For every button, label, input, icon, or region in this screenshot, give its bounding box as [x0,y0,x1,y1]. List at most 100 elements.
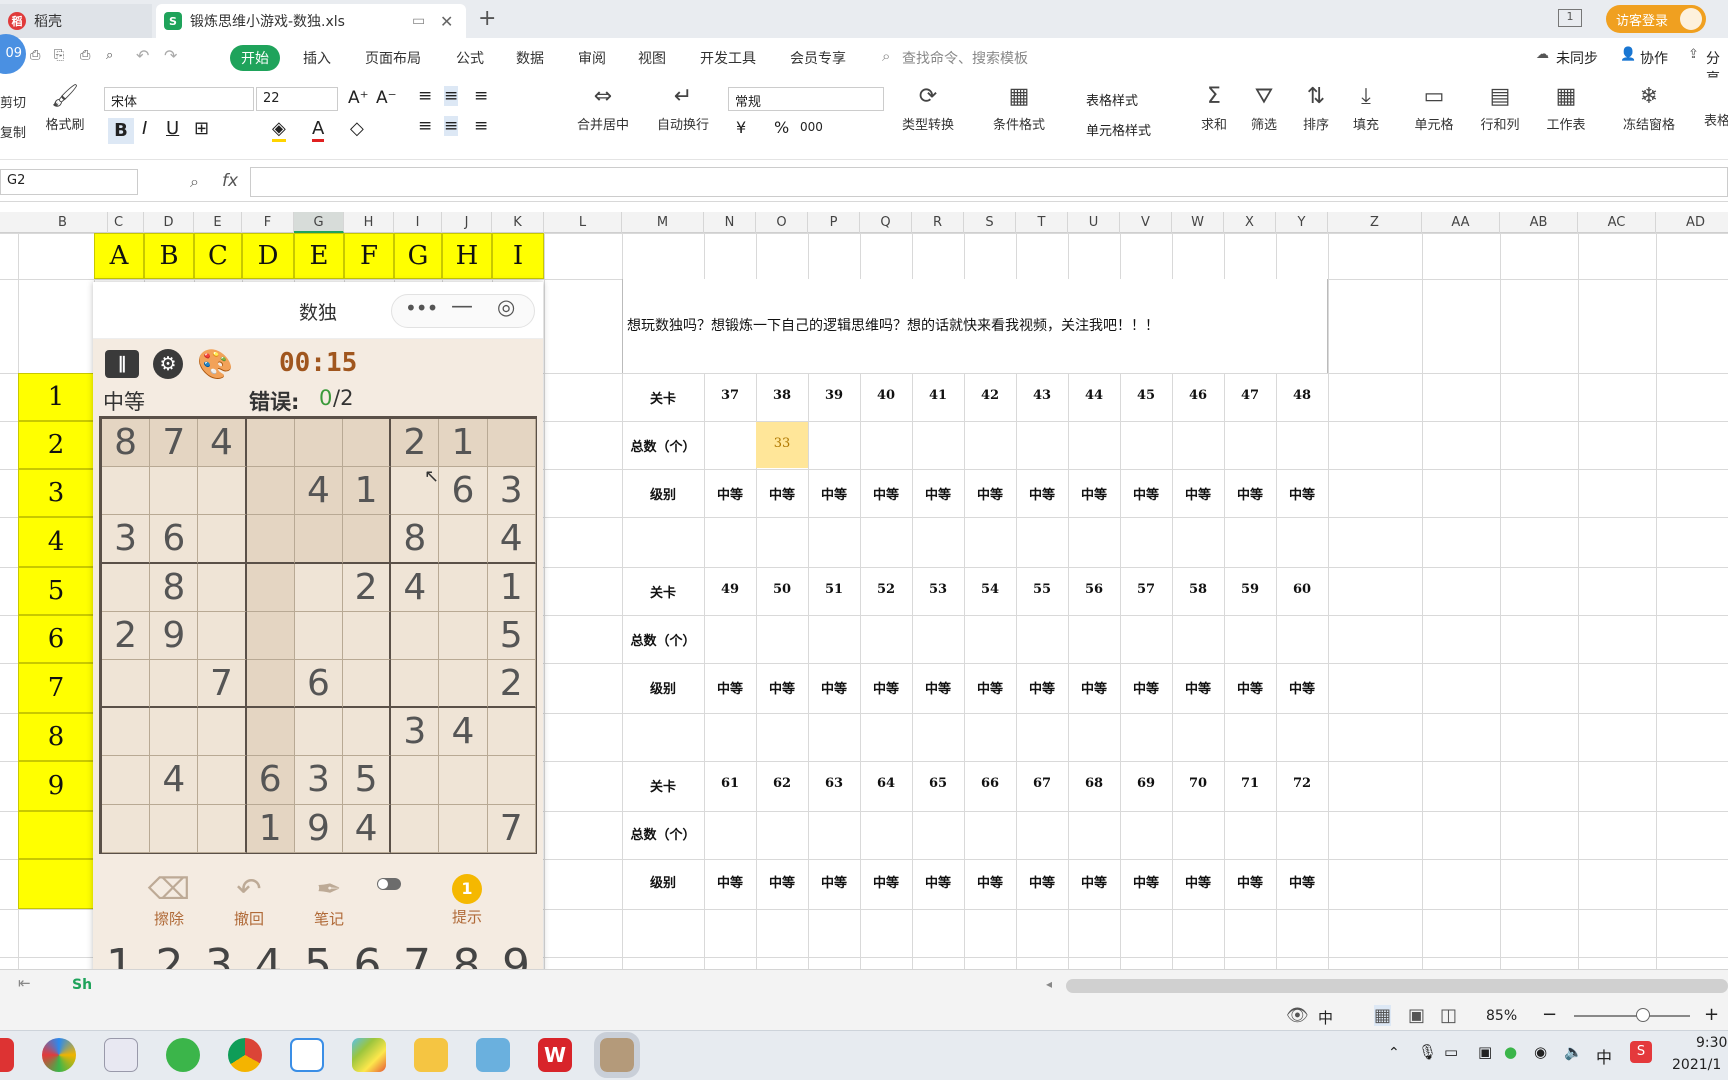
baidu-netdisk-icon[interactable] [290,1038,324,1072]
column-header-w[interactable]: W [1172,212,1224,233]
new-tab-icon[interactable]: + [478,6,496,31]
cell-style-button[interactable]: 单元格样式 [1086,120,1151,139]
zoom-level[interactable]: 85% [1486,1008,1517,1024]
more-icon[interactable]: ••• [405,296,438,320]
level-number[interactable]: 63 [808,776,860,791]
zoom-out-icon[interactable]: − [1542,1004,1557,1025]
wps-icon[interactable]: W [538,1038,572,1072]
header-letter-cell[interactable]: C [194,233,242,279]
sudoku-cell[interactable] [294,708,343,757]
sudoku-cell[interactable] [439,611,488,660]
row-number-cell[interactable]: 9 [18,761,94,811]
header-letter-cell[interactable]: A [94,233,144,279]
sudoku-cell[interactable] [246,660,295,709]
menu-review[interactable]: 审阅 [578,48,606,68]
grade-cell[interactable]: 中等 [912,678,964,697]
sudoku-cell[interactable]: 5 [343,756,392,805]
sudoku-cell[interactable] [246,467,295,516]
sudoku-cell[interactable]: 1 [487,563,536,612]
sudoku-cell[interactable]: 1 [439,419,488,468]
filter-button[interactable]: ⛛ 筛选 [1244,84,1284,133]
sudoku-cell[interactable] [391,804,440,853]
level-number[interactable]: 42 [964,388,1016,403]
browser-360-icon[interactable] [42,1038,76,1072]
eye-icon[interactable]: 👁 [1286,1005,1309,1026]
sudoku-cell[interactable]: 3 [102,515,151,564]
screen-icon[interactable]: ▭ [412,13,425,29]
sudoku-cell[interactable]: 1 [246,804,295,853]
align-right-icon[interactable]: ≡ [474,116,488,136]
file-explorer-icon[interactable] [414,1038,448,1072]
column-header-c[interactable]: C [94,212,144,233]
sudoku-cell[interactable]: 6 [294,660,343,709]
border-icon[interactable]: ⊞ [194,118,209,139]
notepad-icon[interactable] [104,1038,138,1072]
network-icon[interactable]: ▣ [1478,1043,1492,1061]
sudoku-cell[interactable] [102,563,151,612]
message-cell[interactable]: 想玩数独吗？想锻炼一下自己的逻辑思维吗？想的话就快来看我视频，关注我吧！！！ [622,279,1328,373]
sudoku-cell[interactable]: 6 [246,756,295,805]
erase-button[interactable]: ⌫ 擦除 [139,872,199,929]
undo-icon[interactable]: ↶ [136,46,149,65]
grade-cell[interactable]: 中等 [912,484,964,503]
search-input[interactable]: 查找命令、搜索模板 [902,48,1028,68]
grade-cell[interactable]: 中等 [756,872,808,891]
column-header-ab[interactable]: AB [1500,212,1578,233]
sudoku-cell[interactable]: 4 [150,756,199,805]
grade-cell[interactable]: 中等 [1068,872,1120,891]
sudoku-cell[interactable] [198,708,247,757]
grade-cell[interactable]: 中等 [1120,678,1172,697]
sudoku-cell[interactable] [198,467,247,516]
tray-ime[interactable]: 中 [1596,1044,1612,1068]
sudoku-cell[interactable] [102,804,151,853]
mic-icon[interactable]: 🎙 [1418,1043,1437,1061]
level-number[interactable]: 49 [704,582,756,597]
grade-cell[interactable]: 中等 [1224,678,1276,697]
level-number[interactable]: 48 [1276,388,1328,403]
export-icon[interactable]: ⎘ [54,48,64,63]
grade-cell[interactable]: 中等 [1224,484,1276,503]
sudoku-cell[interactable] [102,467,151,516]
scroll-left-icon[interactable]: ◂ [1046,977,1052,991]
qq-tray-icon[interactable]: ◉ [1534,1043,1547,1061]
level-number[interactable]: 38 [756,388,808,403]
sudoku-cell[interactable]: 2 [102,611,151,660]
column-header-h[interactable]: H [344,212,394,233]
zoom-slider-thumb[interactable] [1636,1008,1650,1022]
level-number[interactable]: 64 [860,776,912,791]
sudoku-cell[interactable]: 6 [439,467,488,516]
sudoku-cell[interactable] [439,756,488,805]
level-number[interactable]: 56 [1068,582,1120,597]
level-number[interactable]: 52 [860,582,912,597]
header-letter-cell[interactable]: E [294,233,344,279]
column-header-n[interactable]: N [704,212,756,233]
header-letter-cell[interactable]: G [394,233,442,279]
column-header-x[interactable]: X [1224,212,1276,233]
sudoku-cell[interactable] [246,611,295,660]
sudoku-cell[interactable]: 5 [487,611,536,660]
level-number[interactable]: 45 [1120,388,1172,403]
type-convert-button[interactable]: ⟳ 类型转换 [890,84,966,133]
align-top-icon[interactable]: ≡ [418,86,432,106]
column-header-j[interactable]: J [442,212,492,233]
italic-icon[interactable]: I [142,118,147,139]
column-header-aa[interactable]: AA [1422,212,1500,233]
menu-developer[interactable]: 开发工具 [700,48,756,68]
menu-data[interactable]: 数据 [516,48,544,68]
tab-document[interactable]: S 锻炼思维小游戏-数独.xls ▭ ✕ [156,4,466,38]
level-number[interactable]: 54 [964,582,1016,597]
menu-view[interactable]: 视图 [638,48,666,68]
sudoku-cell[interactable] [198,611,247,660]
sudoku-cell[interactable]: 4 [294,467,343,516]
column-header-y[interactable]: Y [1276,212,1328,233]
sudoku-cell[interactable] [487,419,536,468]
grade-cell[interactable]: 中等 [1016,872,1068,891]
column-header-l[interactable]: L [544,212,622,233]
column-header-u[interactable]: U [1068,212,1120,233]
minimize-icon[interactable]: — [451,294,473,319]
sudoku-cell[interactable] [391,660,440,709]
worksheet-button[interactable]: ▦ 工作表 [1540,84,1592,133]
level-number[interactable]: 53 [912,582,964,597]
grade-cell[interactable]: 中等 [1068,484,1120,503]
tray-up-icon[interactable]: ⌃ [1388,1045,1400,1061]
